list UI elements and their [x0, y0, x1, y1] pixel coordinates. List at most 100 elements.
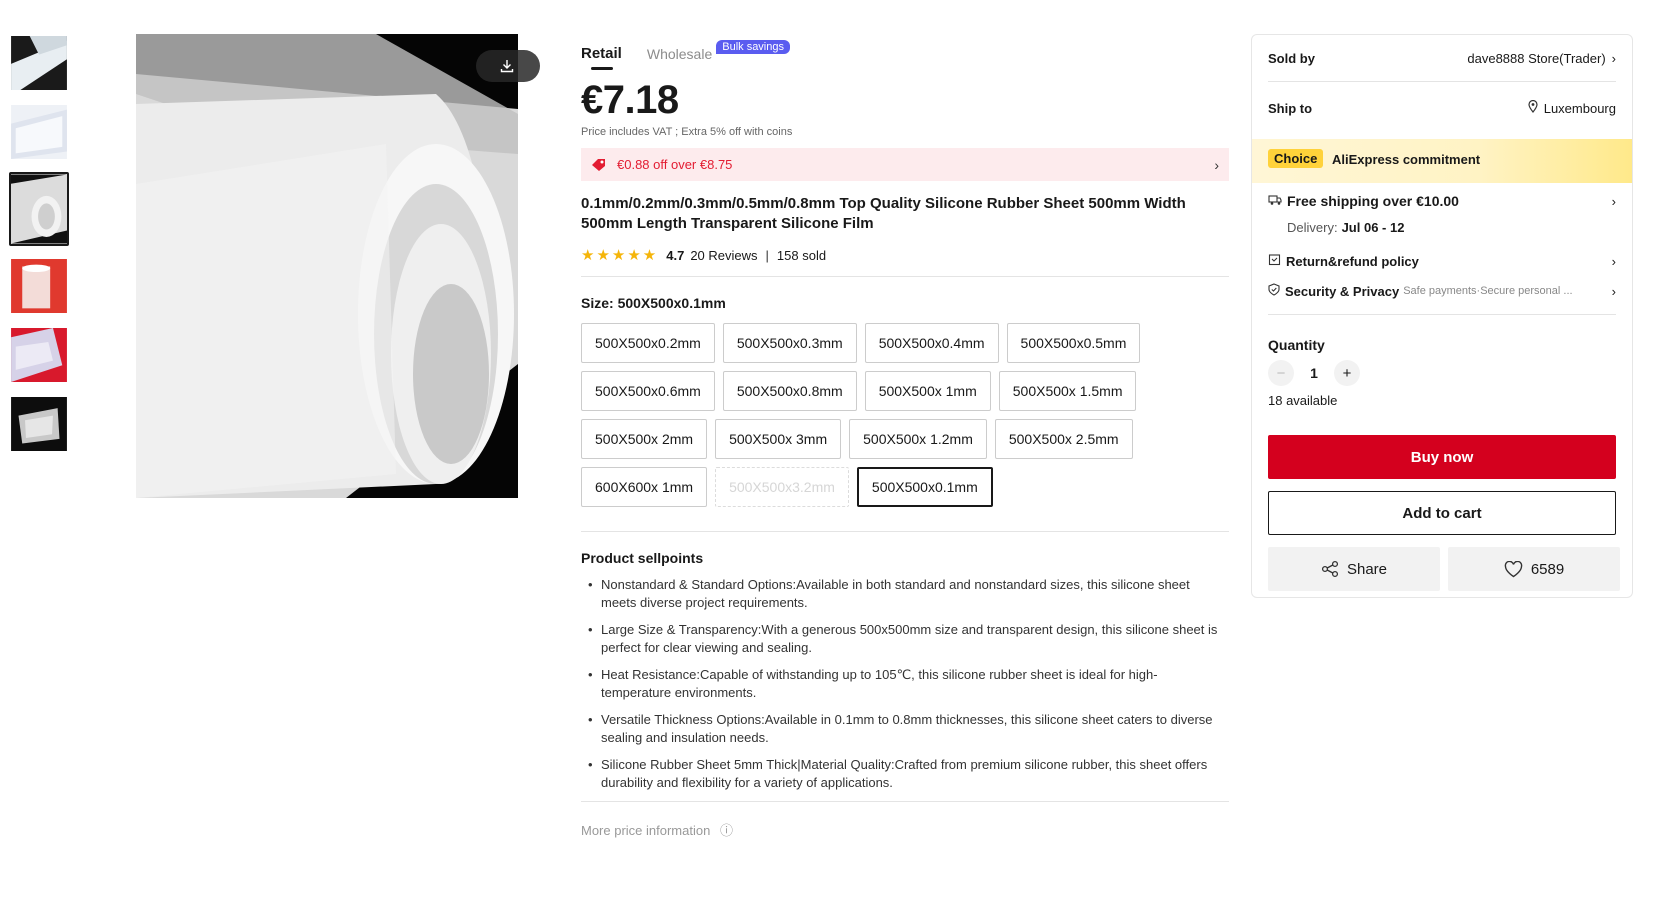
chevron-right-icon: ›	[1214, 156, 1219, 173]
heart-icon	[1504, 560, 1523, 578]
sold-by-label: Sold by	[1268, 50, 1315, 66]
sellpoint-item: Silicone Rubber Sheet 5mm Thick|Material…	[581, 756, 1221, 792]
chevron-right-icon: ›	[1611, 283, 1616, 299]
free-shipping-text: Free shipping over €10.00	[1287, 193, 1459, 209]
sellpoints-heading: Product sellpoints	[581, 550, 704, 566]
thumbnail-6[interactable]	[9, 395, 69, 453]
location-pin-icon	[1528, 99, 1538, 116]
price-note: Price includes VAT ; Extra 5% off with c…	[581, 126, 793, 138]
delivery-label: Delivery:	[1287, 219, 1338, 235]
sold-by-row[interactable]: Sold by dave8888 Store(Trader) ›	[1268, 49, 1616, 67]
return-icon	[1268, 253, 1281, 269]
divider	[581, 531, 1229, 532]
share-icon	[1321, 560, 1339, 578]
size-option[interactable]: 600X600x 1mm	[581, 467, 708, 507]
quantity-label: Quantity	[1268, 337, 1325, 353]
size-option[interactable]: 500X500x0.1mm	[856, 467, 993, 507]
sellpoint-item: Nonstandard & Standard Options:Available…	[581, 576, 1221, 612]
size-option[interactable]: 500X500x0.2mm	[581, 323, 715, 363]
delivery-row: Delivery: Jul 06 - 12	[1287, 217, 1616, 237]
rating-score: 4.7	[666, 247, 685, 263]
size-option[interactable]: 500X500x0.5mm	[1006, 323, 1141, 363]
delivery-dates: Jul 06 - 12	[1341, 219, 1405, 235]
sellpoints-list: Nonstandard & Standard Options:Available…	[581, 576, 1229, 792]
chevron-right-icon: ›	[1611, 253, 1616, 269]
wishlist-count: 6589	[1530, 560, 1565, 578]
thumbnail-1[interactable]	[9, 34, 69, 92]
security-label: Security & Privacy	[1285, 283, 1400, 299]
tab-wholesale-label: Wholesale	[646, 46, 713, 62]
sellpoint-item: Versatile Thickness Options:Available in…	[581, 711, 1221, 747]
quantity-control: − 1 +	[1268, 360, 1360, 386]
buy-now-button[interactable]: Buy now	[1268, 435, 1616, 479]
ship-to-country: Luxembourg	[1543, 100, 1616, 116]
size-option[interactable]: 500X500x 3mm	[715, 419, 842, 459]
share-button[interactable]: Share	[1268, 547, 1440, 591]
share-label: Share	[1346, 560, 1388, 578]
more-price-label: More price information	[581, 823, 711, 838]
free-shipping-row[interactable]: Free shipping over €10.00 ›	[1268, 191, 1616, 211]
wishlist-button[interactable]: 6589	[1448, 547, 1620, 591]
download-image-button[interactable]	[476, 50, 540, 82]
size-option[interactable]: 500X500x0.8mm	[722, 371, 857, 411]
quantity-stepper: − 1 +	[1268, 359, 1616, 387]
thumbnail-gallery	[9, 34, 71, 464]
size-option[interactable]: 500X500x 2.5mm	[994, 419, 1133, 459]
return-policy-text: Return&refund policy	[1286, 253, 1419, 269]
size-option[interactable]: 500X500x0.6mm	[581, 371, 715, 411]
thumbnail-4[interactable]	[9, 257, 69, 315]
thumbnail-3[interactable]	[9, 172, 69, 246]
sellpoint-item: Large Size & Transparency:With a generou…	[581, 621, 1221, 657]
main-product-image[interactable]	[136, 34, 518, 498]
bulk-savings-badge: Bulk savings	[716, 40, 790, 54]
divider	[1268, 81, 1616, 82]
decrease-quantity-button[interactable]: −	[1268, 360, 1294, 386]
download-icon	[500, 59, 514, 73]
size-option: 500X500x3.2mm	[715, 467, 849, 507]
coupon-bar[interactable]: €0.88 off over €8.75 ›	[581, 148, 1229, 181]
star-rating-icon: ★★★★★	[581, 247, 659, 264]
chevron-right-icon: ›	[1611, 193, 1616, 209]
size-option[interactable]: 500X500x 2mm	[581, 419, 708, 459]
sellpoint-item: Heat Resistance:Capable of withstanding …	[581, 666, 1221, 702]
divider	[1268, 314, 1616, 315]
product-info: Retail Wholesale Bulk savings €7.18 Pric…	[581, 40, 1229, 839]
return-policy-row[interactable]: Return&refund policy ›	[1268, 251, 1616, 271]
ship-to-label: Ship to	[1268, 100, 1313, 116]
choice-tag: Choice	[1268, 149, 1324, 168]
increase-quantity-button[interactable]: +	[1334, 360, 1360, 386]
info-icon: ⓘ	[719, 823, 733, 838]
size-option[interactable]: 500X500x 1.5mm	[998, 371, 1137, 411]
divider	[581, 276, 1229, 277]
divider	[581, 801, 1229, 802]
chevron-right-icon: ›	[1611, 50, 1616, 66]
size-option[interactable]: 500X500x0.3mm	[722, 323, 857, 363]
size-option[interactable]: 500X500x0.4mm	[864, 323, 999, 363]
choice-commitment-banner: Choice AliExpress commitment	[1252, 139, 1632, 183]
tab-wholesale[interactable]: Wholesale Bulk savings	[646, 40, 790, 70]
size-options: 500X500x0.2mm 500X500x0.3mm 500X500x0.4mm 5…	[581, 323, 1231, 515]
size-option[interactable]: 500X500x 1mm	[864, 371, 991, 411]
size-option[interactable]: 500X500x 1.2mm	[849, 419, 987, 459]
quantity-value[interactable]: 1	[1294, 365, 1334, 381]
thumbnail-2[interactable]	[9, 103, 69, 161]
security-row[interactable]: Security & Privacy Safe payments·Secure …	[1268, 281, 1616, 301]
store-name: dave8888 Store(Trader)	[1467, 50, 1606, 66]
truck-icon	[1268, 194, 1282, 209]
sold-count: 158 sold	[776, 247, 827, 263]
more-price-information[interactable]: More price information ⓘ	[581, 820, 1229, 839]
security-detail: Safe payments·Secure personal ...	[1403, 285, 1573, 297]
pricing-tabs: Retail Wholesale Bulk savings	[581, 40, 1229, 70]
coupon-tag-icon	[591, 158, 607, 172]
thumbnail-5[interactable]	[9, 326, 69, 384]
coupon-text: €0.88 off over €8.75	[617, 157, 733, 172]
quantity-label-row: Quantity	[1268, 335, 1616, 355]
reviews-link[interactable]: 20 Reviews	[690, 248, 757, 263]
rating-separator: |	[765, 247, 769, 263]
tab-retail[interactable]: Retail	[581, 45, 622, 70]
add-to-cart-button[interactable]: Add to cart	[1268, 491, 1616, 535]
shield-icon	[1268, 283, 1280, 299]
ship-to-row[interactable]: Ship to Luxembourg	[1268, 99, 1616, 117]
availability-row: 18 available	[1268, 391, 1616, 409]
commitment-text: AliExpress commitment	[1332, 152, 1481, 167]
